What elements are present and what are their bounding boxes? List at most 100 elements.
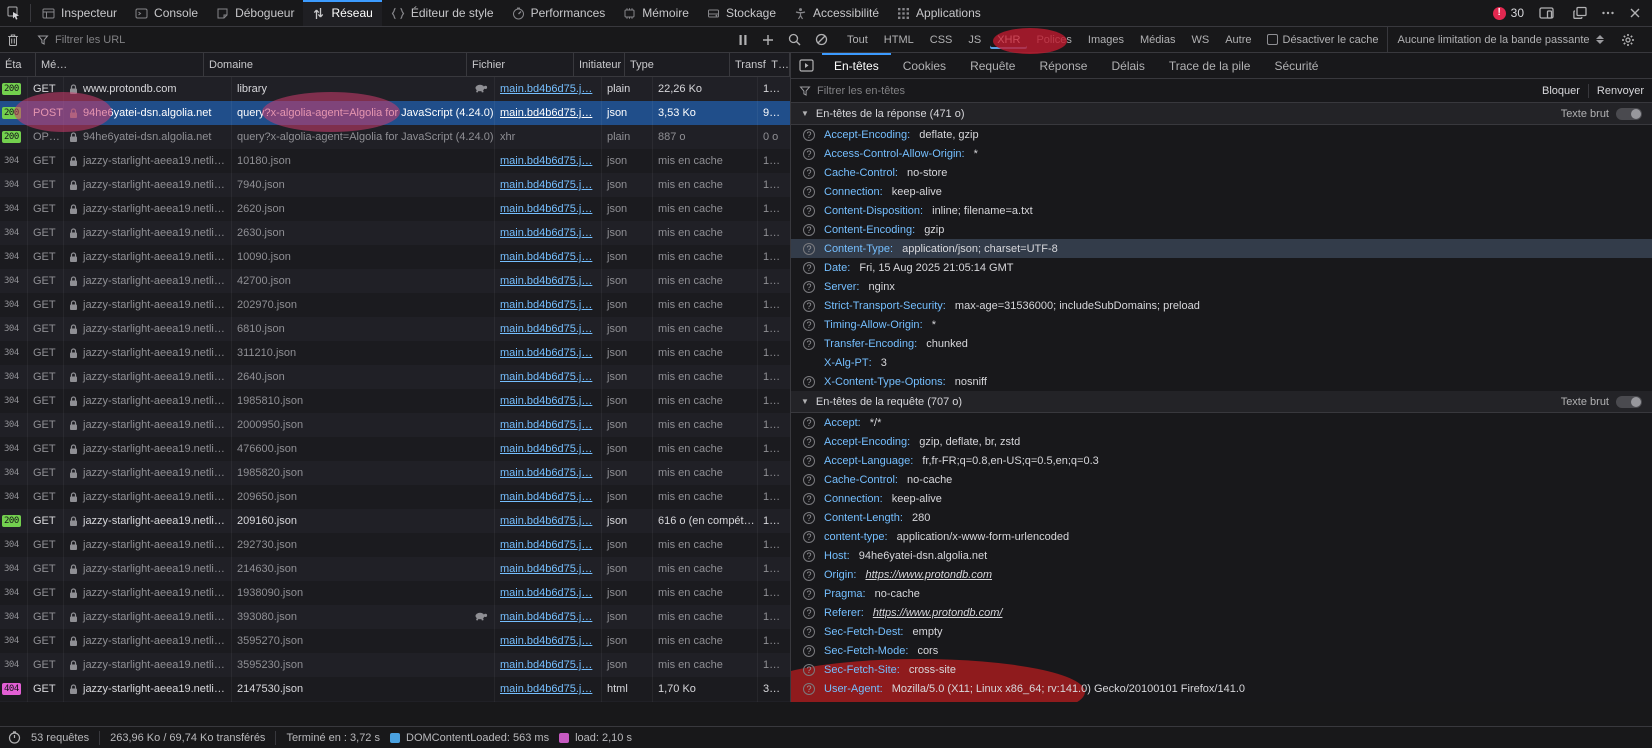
network-request-row[interactable]: 304 GET jazzy-starlight-aeea19.netli… 19… xyxy=(0,461,790,485)
initiator-link[interactable]: main.bd4b6d75.j… xyxy=(500,251,592,263)
help-icon[interactable] xyxy=(803,550,815,562)
help-icon[interactable] xyxy=(803,493,815,505)
clear-requests-button[interactable] xyxy=(0,33,26,46)
header-row[interactable]: Content-Length: 280 xyxy=(791,508,1652,527)
initiator-link[interactable]: main.bd4b6d75.j… xyxy=(500,659,592,671)
initiator-link[interactable]: main.bd4b6d75.j… xyxy=(500,347,592,359)
header-row[interactable]: User-Agent: Mozilla/5.0 (X11; Linux x86_… xyxy=(791,679,1652,698)
initiator-link[interactable]: main.bd4b6d75.j… xyxy=(500,563,592,575)
help-icon[interactable] xyxy=(803,262,815,274)
tab-reseau[interactable]: Réseau xyxy=(303,0,381,26)
network-request-row[interactable]: 304 GET jazzy-starlight-aeea19.netli… 31… xyxy=(0,341,790,365)
help-icon[interactable] xyxy=(803,436,815,448)
type-filter-button[interactable]: Autre xyxy=(1218,31,1258,49)
network-request-row[interactable]: 304 GET jazzy-starlight-aeea19.netli… 20… xyxy=(0,293,790,317)
header-row[interactable]: x-algolia-api-key: 9ba0e69fb2974316cdaec… xyxy=(791,698,1652,702)
initiator-link[interactable]: main.bd4b6d75.j… xyxy=(500,443,592,455)
help-icon[interactable] xyxy=(803,531,815,543)
tab-accessibilite[interactable]: Accessibilité xyxy=(785,0,888,26)
network-request-row[interactable]: 404 GET jazzy-starlight-aeea19.netli… 21… xyxy=(0,677,790,701)
help-icon[interactable] xyxy=(803,243,815,255)
initiator-link[interactable]: main.bd4b6d75.j… xyxy=(500,179,592,191)
network-request-row[interactable]: 304 GET jazzy-starlight-aeea19.netli… 26… xyxy=(0,221,790,245)
type-filter-button[interactable]: JS xyxy=(961,31,988,49)
header-row[interactable]: Accept-Encoding: deflate, gzip xyxy=(791,125,1652,144)
header-row[interactable]: Cache-Control: no-store xyxy=(791,163,1652,182)
header-row[interactable]: Accept-Encoding: gzip, deflate, br, zstd xyxy=(791,432,1652,451)
initiator-link[interactable]: main.bd4b6d75.j… xyxy=(500,515,592,527)
column-header[interactable]: Initiateur xyxy=(574,53,625,76)
network-request-row[interactable]: 200 GET www.protondb.com library xyxy=(0,77,790,101)
block-button[interactable]: Bloquer xyxy=(1542,85,1580,97)
detail-tab[interactable]: Réponse xyxy=(1027,53,1099,78)
header-row[interactable]: Referer: https://www.protondb.com/ xyxy=(791,603,1652,622)
network-request-row[interactable]: 404 GET jazzy-starlight-aeea19.netli… 33… xyxy=(0,701,790,702)
header-row[interactable]: Date: Fri, 15 Aug 2025 21:05:14 GMT xyxy=(791,258,1652,277)
initiator-link[interactable]: main.bd4b6d75.j… xyxy=(500,155,592,167)
initiator-link[interactable]: main.bd4b6d75.j… xyxy=(500,323,592,335)
url-filter-input[interactable] xyxy=(55,34,731,46)
help-icon[interactable] xyxy=(803,588,815,600)
header-row[interactable]: Cache-Control: no-cache xyxy=(791,470,1652,489)
help-icon[interactable] xyxy=(803,205,815,217)
column-header[interactable]: Mé… xyxy=(36,53,204,76)
meatball-menu-button[interactable] xyxy=(1594,6,1622,20)
initiator-link[interactable]: main.bd4b6d75.j… xyxy=(500,227,592,239)
initiator-link[interactable]: main.bd4b6d75.j… xyxy=(500,635,592,647)
tab-applications[interactable]: Applications xyxy=(888,0,990,26)
header-row[interactable]: content-type: application/x-www-form-url… xyxy=(791,527,1652,546)
header-row[interactable]: Sec-Fetch-Site: cross-site xyxy=(791,660,1652,679)
network-request-row[interactable]: 304 GET jazzy-starlight-aeea19.netli… 42… xyxy=(0,269,790,293)
help-icon[interactable] xyxy=(803,376,815,388)
iframe-picker-button[interactable] xyxy=(1566,6,1594,20)
network-request-row[interactable]: 304 GET jazzy-starlight-aeea19.netli… 19… xyxy=(0,389,790,413)
header-row[interactable]: Pragma: no-cache xyxy=(791,584,1652,603)
initiator-link[interactable]: main.bd4b6d75.j… xyxy=(500,467,592,479)
detail-tab[interactable]: Sécurité xyxy=(1262,53,1330,78)
help-icon[interactable] xyxy=(803,417,815,429)
header-row[interactable]: Timing-Allow-Origin: * xyxy=(791,315,1652,334)
network-request-row[interactable]: 200 OP… 94he6yatei-dsn.algolia.net query… xyxy=(0,125,790,149)
help-icon[interactable] xyxy=(803,607,815,619)
network-request-row[interactable]: 304 GET jazzy-starlight-aeea19.netli… 47… xyxy=(0,437,790,461)
initiator-link[interactable]: main.bd4b6d75.j… xyxy=(500,683,592,695)
initiator-link[interactable]: main.bd4b6d75.j… xyxy=(500,587,592,599)
help-icon[interactable] xyxy=(803,474,815,486)
network-request-row[interactable]: 304 GET jazzy-starlight-aeea19.netli… 10… xyxy=(0,245,790,269)
column-header[interactable]: Type xyxy=(625,53,730,76)
type-filter-button[interactable]: Tout xyxy=(840,31,875,49)
detail-tab[interactable]: Délais xyxy=(1099,53,1156,78)
help-icon[interactable] xyxy=(803,300,815,312)
resend-button[interactable]: Renvoyer xyxy=(1597,85,1644,97)
initiator-link[interactable]: main.bd4b6d75.j… xyxy=(500,611,592,623)
network-request-row[interactable]: 304 GET jazzy-starlight-aeea19.netli… 79… xyxy=(0,173,790,197)
network-settings-button[interactable] xyxy=(1614,33,1642,47)
network-request-row[interactable]: 200 POST 94he6yatei-dsn.algolia.net quer… xyxy=(0,101,790,125)
tab-editeur-de-style[interactable]: Éditeur de style xyxy=(382,0,503,26)
initiator-link[interactable]: main.bd4b6d75.j… xyxy=(500,275,592,287)
toggle-sidebar-button[interactable] xyxy=(791,53,822,78)
help-icon[interactable] xyxy=(803,148,815,160)
header-row[interactable]: Sec-Fetch-Dest: empty xyxy=(791,622,1652,641)
column-header[interactable]: T… xyxy=(766,53,790,76)
type-filter-button[interactable]: HTML xyxy=(877,31,921,49)
help-icon[interactable] xyxy=(803,186,815,198)
network-request-row[interactable]: 304 GET jazzy-starlight-aeea19.netli… 19… xyxy=(0,581,790,605)
headers-filter-input[interactable] xyxy=(817,85,1536,97)
initiator-link[interactable]: main.bd4b6d75.j… xyxy=(500,419,592,431)
help-icon[interactable] xyxy=(803,319,815,331)
header-row[interactable]: X-Alg-PT: 3 xyxy=(791,353,1652,372)
header-row[interactable]: Accept-Language: fr,fr-FR;q=0.8,en-US;q=… xyxy=(791,451,1652,470)
column-header[interactable]: Domaine xyxy=(204,53,467,76)
tab-memoire[interactable]: Mémoire xyxy=(614,0,698,26)
detail-tab[interactable]: Trace de la pile xyxy=(1157,53,1263,78)
column-header[interactable]: Éta xyxy=(0,53,36,76)
detail-tab[interactable]: Requête xyxy=(958,53,1027,78)
raw-toggle-switch[interactable] xyxy=(1616,396,1642,408)
close-devtools-button[interactable] xyxy=(1622,7,1648,19)
help-icon[interactable] xyxy=(803,167,815,179)
network-request-row[interactable]: 304 GET jazzy-starlight-aeea19.netli… 68… xyxy=(0,317,790,341)
initiator-link[interactable]: main.bd4b6d75.j… xyxy=(500,83,592,95)
header-row[interactable]: Server: nginx xyxy=(791,277,1652,296)
initiator-link[interactable]: main.bd4b6d75.j… xyxy=(500,299,592,311)
